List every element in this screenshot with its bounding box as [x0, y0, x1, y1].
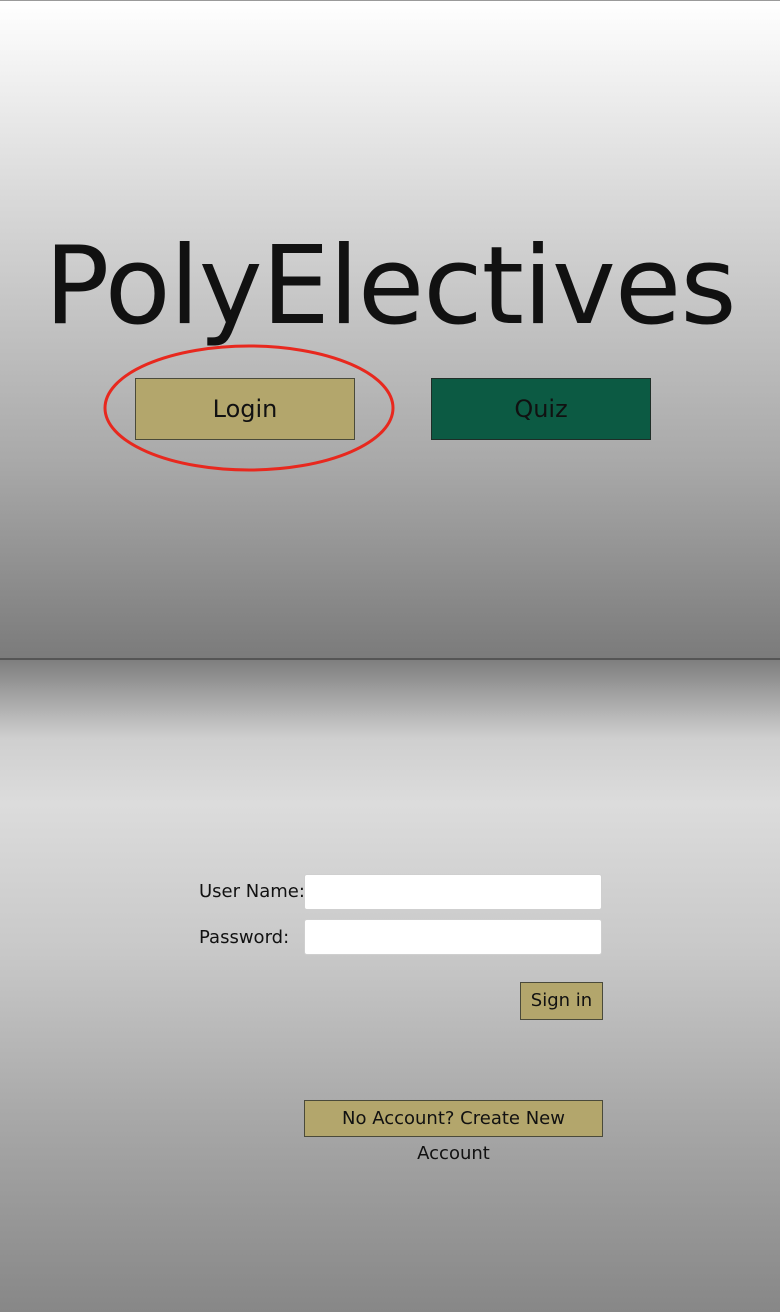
home-screen: PolyElectives Login Quiz — [0, 0, 780, 660]
username-label: User Name: — [199, 881, 305, 902]
password-label: Password: — [199, 927, 290, 948]
login-button[interactable]: Login — [135, 378, 355, 440]
username-input[interactable] — [304, 874, 602, 910]
password-input[interactable] — [304, 919, 602, 955]
quiz-button[interactable]: Quiz — [431, 378, 651, 440]
app-title: PolyElectives — [44, 224, 736, 349]
create-account-button[interactable]: No Account? Create New Account — [304, 1100, 603, 1164]
login-screen: User Name: Password: Sign in No Account?… — [0, 660, 780, 1312]
sign-in-button[interactable]: Sign in — [520, 982, 603, 1020]
